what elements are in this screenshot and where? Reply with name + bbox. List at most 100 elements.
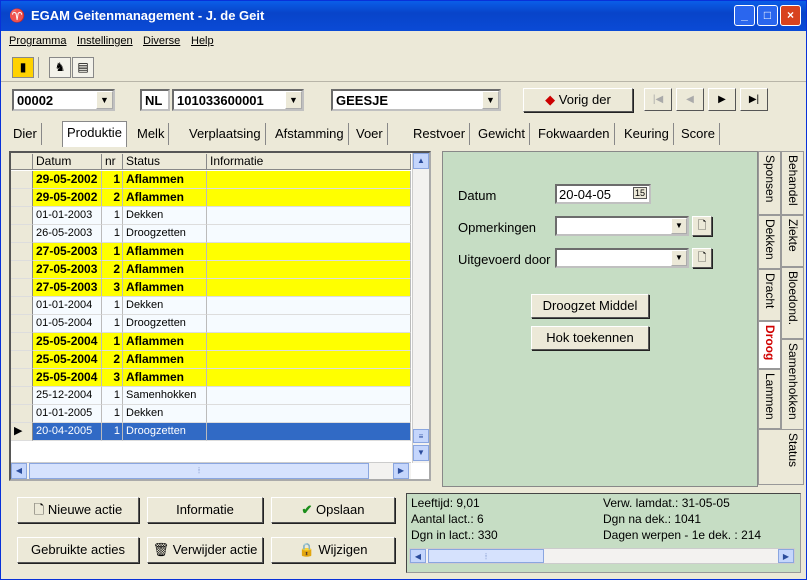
vertical-scrollbar[interactable]: ▲ ≡ ▼: [412, 153, 429, 463]
prev-record-button[interactable]: ◀: [676, 88, 704, 111]
cell-datum: 25-05-2004: [33, 369, 102, 387]
calendar-icon[interactable]: 15: [632, 187, 647, 199]
datum-field[interactable]: 20-04-05 15: [555, 184, 651, 204]
side-tab-sponsen[interactable]: Sponsen: [758, 151, 781, 215]
table-row[interactable]: 27-05-2003 1 Aflammen: [11, 243, 411, 261]
uitgevoerd-combo[interactable]: ▼: [555, 248, 689, 268]
table-row[interactable]: 01-01-2005 1 Dekken: [11, 405, 411, 423]
table-row[interactable]: 25-05-2004 3 Aflammen: [11, 369, 411, 387]
scroll-up-icon[interactable]: ▲: [413, 153, 429, 169]
side-tab-lammen[interactable]: Lammen: [758, 369, 781, 429]
scroll-right-icon[interactable]: ▶: [778, 549, 794, 563]
cell-informatie: [207, 261, 411, 279]
id-combo[interactable]: 101033600001 ▼: [172, 89, 304, 111]
close-button[interactable]: ×: [780, 5, 801, 26]
scroll-left-icon[interactable]: ◀: [410, 549, 426, 563]
chevron-down-icon[interactable]: ▼: [671, 218, 687, 234]
side-tab-ziekte[interactable]: Ziekte: [781, 215, 804, 267]
previous-button[interactable]: ◆ Vorig der: [523, 88, 633, 112]
tab-dier[interactable]: Dier: [9, 123, 42, 145]
table-row[interactable]: 26-05-2003 1 Droogzetten: [11, 225, 411, 243]
tab-score[interactable]: Score: [677, 123, 720, 145]
side-tab-droog[interactable]: Droog: [758, 321, 781, 369]
nieuwe-actie-button[interactable]: 🗋 Nieuwe actie: [17, 497, 139, 523]
table-row[interactable]: 27-05-2003 2 Aflammen: [11, 261, 411, 279]
table-row[interactable]: 29-05-2002 1 Aflammen: [11, 171, 411, 189]
chevron-down-icon[interactable]: ▼: [285, 91, 302, 109]
number-value: 00002: [17, 93, 54, 108]
header-datum[interactable]: Datum: [33, 154, 102, 170]
last-record-button[interactable]: ▶|: [740, 88, 768, 111]
info-hscroll-thumb[interactable]: ⦙: [428, 549, 544, 563]
maximize-button[interactable]: □: [757, 5, 778, 26]
header-status[interactable]: Status: [123, 154, 207, 170]
horizontal-scrollbar[interactable]: ◀ ⦙ ▶: [11, 462, 411, 479]
opmerkingen-combo[interactable]: ▼: [555, 216, 689, 236]
side-tab-behandel[interactable]: Behandel: [781, 151, 804, 215]
table-row[interactable]: 29-05-2002 2 Aflammen: [11, 189, 411, 207]
informatie-button[interactable]: Informatie: [147, 497, 263, 523]
cell-nr: 3: [102, 369, 123, 387]
table-row[interactable]: 01-05-2004 1 Droogzetten: [11, 315, 411, 333]
header-nr[interactable]: nr: [102, 154, 123, 170]
table-row[interactable]: 25-05-2004 2 Aflammen: [11, 351, 411, 369]
row-indicator: ▶: [11, 423, 33, 441]
tab-keuring[interactable]: Keuring: [620, 123, 674, 145]
name-combo[interactable]: GEESJE ▼: [331, 89, 501, 111]
tab-fokwaarden[interactable]: Fokwaarden: [534, 123, 615, 145]
table-row[interactable]: 01-01-2004 1 Dekken: [11, 297, 411, 315]
id-value: 101033600001: [177, 93, 264, 108]
number-combo[interactable]: 00002 ▼: [12, 89, 115, 111]
goat-icon[interactable]: ♞: [49, 57, 71, 78]
tab-melk[interactable]: Melk: [133, 123, 170, 145]
hok-toekennen-button[interactable]: Hok toekennen: [531, 326, 649, 350]
menu-instellingen[interactable]: Instellingen: [77, 35, 133, 47]
info-hscrollbar[interactable]: ◀ ⦙ ▶: [409, 548, 795, 564]
menu-help[interactable]: Help: [191, 35, 214, 47]
new-document-icon[interactable]: 🗋: [692, 248, 712, 268]
side-tab-bloedond[interactable]: Bloedond.: [781, 267, 804, 339]
table-row[interactable]: 25-12-2004 1 Samenhokken: [11, 387, 411, 405]
cell-status: Droogzetten: [123, 315, 207, 333]
wijzigen-button[interactable]: 🔒 Wijzigen: [271, 537, 395, 563]
tab-gewicht[interactable]: Gewicht: [474, 123, 530, 145]
tab-produktie[interactable]: Produktie: [62, 121, 127, 147]
scroll-left-icon[interactable]: ◀: [11, 463, 27, 479]
door-icon[interactable]: ▮: [12, 57, 34, 78]
side-tab-dekken[interactable]: Dekken: [758, 215, 781, 269]
next-record-button[interactable]: ▶: [708, 88, 736, 111]
chevron-down-icon[interactable]: ▼: [96, 91, 113, 109]
gebruikte-acties-button[interactable]: Gebruikte acties: [17, 537, 139, 563]
table-row[interactable]: 27-05-2003 3 Aflammen: [11, 279, 411, 297]
side-tab-samenhokken[interactable]: Samenhokken: [781, 339, 804, 435]
row-indicator: [11, 333, 33, 351]
minimize-button[interactable]: _: [734, 5, 755, 26]
opslaan-button[interactable]: ✔ Opslaan: [271, 497, 395, 523]
tab-voer[interactable]: Voer: [352, 123, 388, 145]
lock-icon: 🔒: [298, 542, 319, 557]
table-row[interactable]: 25-05-2004 1 Aflammen: [11, 333, 411, 351]
tab-restvoer[interactable]: Restvoer: [409, 123, 471, 145]
header-informatie[interactable]: Informatie: [207, 154, 411, 170]
side-tab-dracht[interactable]: Dracht: [758, 269, 781, 321]
menu-programma[interactable]: Programma: [9, 35, 66, 47]
first-record-button[interactable]: |◀: [644, 88, 672, 111]
chevron-down-icon[interactable]: ▼: [671, 250, 687, 266]
scroll-right-icon[interactable]: ▶: [393, 463, 409, 479]
history-grid[interactable]: Datum nr Status Informatie 29-05-2002 1 Af…: [9, 151, 431, 481]
verwijder-actie-button[interactable]: 🗑 Verwijder actie: [147, 537, 263, 563]
new-document-icon[interactable]: 🗋: [692, 216, 712, 236]
scroll-down-icon[interactable]: ▼: [413, 445, 429, 461]
table-row[interactable]: 01-01-2003 1 Dekken: [11, 207, 411, 225]
hscroll-thumb[interactable]: ⦙: [29, 463, 369, 479]
droogzet-middel-button[interactable]: Droogzet Middel: [531, 294, 649, 318]
scroll-thumb[interactable]: ≡: [413, 429, 429, 443]
country-field[interactable]: NL: [140, 89, 170, 111]
notepad-icon[interactable]: ▤: [72, 57, 94, 78]
tab-afstamming[interactable]: Afstamming: [271, 123, 349, 145]
menu-diverse[interactable]: Diverse: [143, 35, 180, 47]
chevron-down-icon[interactable]: ▼: [482, 91, 499, 109]
table-row[interactable]: ▶ 20-04-2005 1 Droogzetten: [11, 423, 411, 441]
tab-verplaatsing[interactable]: Verplaatsing: [185, 123, 266, 145]
side-tab-status[interactable]: Status: [758, 429, 804, 485]
